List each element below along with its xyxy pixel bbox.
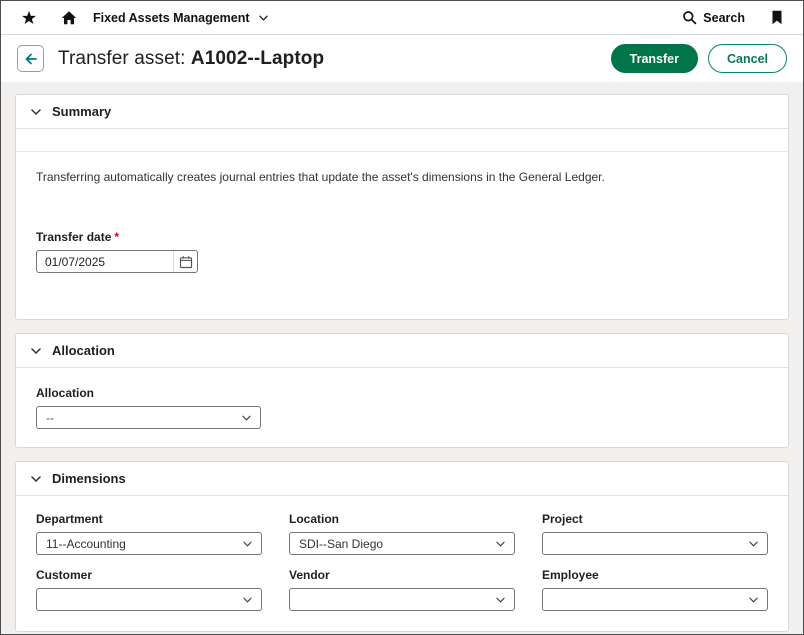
employee-field: Employee [542,568,768,611]
allocation-section-body: Allocation -- [16,368,788,447]
customer-field: Customer [36,568,262,611]
customer-label: Customer [36,568,262,582]
dimensions-section-body: Department 11--Accounting Location SDI--… [16,496,788,631]
chevron-down-icon [749,541,758,547]
divider [16,151,788,152]
collapse-chevron-icon [31,109,41,115]
top-bar: Fixed Assets Management Search [1,1,803,35]
header-actions: Transfer Cancel [611,44,787,73]
allocation-label: Allocation [36,386,768,400]
chevron-down-icon [496,597,505,603]
employee-label: Employee [542,568,768,582]
summary-section: Summary Transferring automatically creat… [15,94,789,320]
project-field: Project [542,512,768,555]
vendor-select[interactable] [289,588,515,611]
page-title-asset: A1002--Laptop [191,48,324,69]
back-button[interactable] [17,45,44,72]
dimensions-section-title: Dimensions [52,471,126,486]
app-window: Fixed Assets Management Search Transfer … [0,0,804,635]
chevron-down-icon [242,415,251,421]
dimensions-grid: Department 11--Accounting Location SDI--… [36,512,768,611]
allocation-section-header[interactable]: Allocation [16,334,788,368]
favorites-star-icon[interactable] [21,10,37,26]
summary-section-header[interactable]: Summary [16,95,788,129]
dimensions-section: Dimensions Department 11--Accounting Loc… [15,461,789,632]
app-menu[interactable]: Fixed Assets Management [93,11,268,25]
location-select-value: SDI--San Diego [299,537,383,551]
required-marker: * [114,230,119,244]
department-field: Department 11--Accounting [36,512,262,555]
chevron-down-icon [243,597,252,603]
page-header: Transfer asset: A1002--Laptop Transfer C… [1,35,803,82]
page-body: Summary Transferring automatically creat… [1,82,803,634]
home-icon[interactable] [61,10,77,26]
summary-section-title: Summary [52,104,111,119]
back-arrow-icon [23,51,39,67]
transfer-button[interactable]: Transfer [611,44,698,73]
summary-info-text: Transferring automatically creates journ… [36,170,768,184]
search-label: Search [703,11,745,25]
allocation-select-value: -- [46,411,54,425]
collapse-chevron-icon [31,476,41,482]
search-icon [682,10,697,25]
transfer-date-label: Transfer date* [36,230,768,244]
employee-select[interactable] [542,588,768,611]
transfer-date-field: Transfer date* 01/07/2025 [36,230,768,273]
collapse-chevron-icon [31,348,41,354]
bookmark-icon[interactable] [771,10,783,25]
allocation-section-title: Allocation [52,343,115,358]
location-label: Location [289,512,515,526]
calendar-icon[interactable] [173,251,197,272]
transfer-date-input[interactable]: 01/07/2025 [36,250,198,273]
search-button[interactable]: Search [682,10,745,25]
location-field: Location SDI--San Diego [289,512,515,555]
project-select[interactable] [542,532,768,555]
chevron-down-icon [259,15,268,21]
allocation-select[interactable]: -- [36,406,261,429]
transfer-date-value: 01/07/2025 [45,255,173,269]
app-title: Fixed Assets Management [93,11,250,25]
page-title: Transfer asset: A1002--Laptop [58,48,324,70]
department-select-value: 11--Accounting [46,537,126,551]
department-select[interactable]: 11--Accounting [36,532,262,555]
page-title-prefix: Transfer asset: [58,48,186,69]
cancel-button[interactable]: Cancel [708,44,787,73]
chevron-down-icon [243,541,252,547]
location-select[interactable]: SDI--San Diego [289,532,515,555]
dimensions-section-header[interactable]: Dimensions [16,462,788,496]
summary-section-body: Transferring automatically creates journ… [16,151,788,319]
chevron-down-icon [496,541,505,547]
customer-select[interactable] [36,588,262,611]
chevron-down-icon [749,597,758,603]
project-label: Project [542,512,768,526]
allocation-section: Allocation Allocation -- [15,333,789,448]
department-label: Department [36,512,262,526]
vendor-label: Vendor [289,568,515,582]
vendor-field: Vendor [289,568,515,611]
